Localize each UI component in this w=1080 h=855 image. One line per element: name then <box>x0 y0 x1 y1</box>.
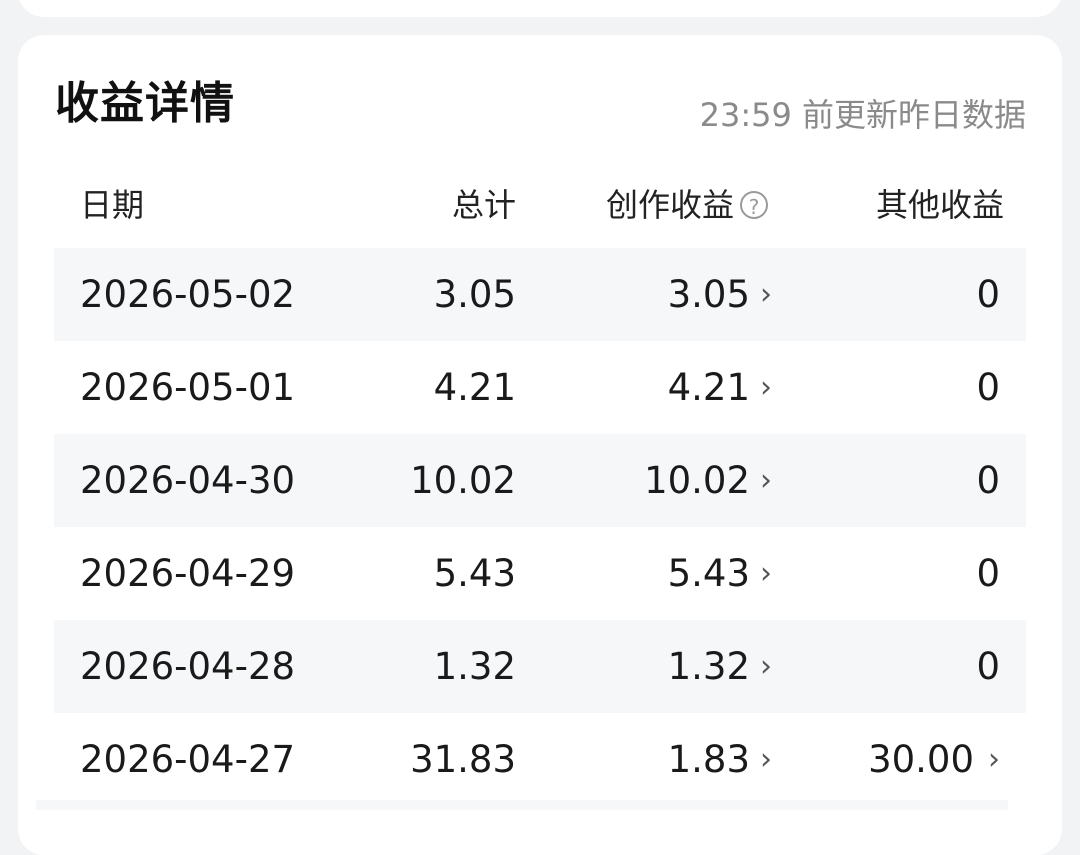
row-creation-earnings-link[interactable]: 3.05 <box>668 248 750 341</box>
row-other-earnings: 0 <box>976 366 1000 409</box>
row-other-earnings: 0 <box>976 552 1000 595</box>
update-note: 23:59 前更新昨日数据 <box>699 96 1026 134</box>
row-other-earnings: 0 <box>976 645 1000 688</box>
row-total: 1.32 <box>433 645 516 688</box>
row-creation-earnings-link[interactable]: 1.83 <box>668 713 750 806</box>
table-row: 2026-05-02 3.05 3.05 › 0 <box>54 248 1026 341</box>
chevron-right-icon[interactable]: › <box>760 248 772 341</box>
section-title: 收益详情 <box>55 78 235 129</box>
table-row: 2026-04-28 1.32 1.32 › 0 <box>54 620 1026 713</box>
table-header: 日期 总计 创作收益 ? 其他收益 <box>54 181 1026 229</box>
earnings-table-body: 2026-05-02 3.05 3.05 › 0 2026-05-01 4.21… <box>54 248 1026 806</box>
question-circle-icon[interactable]: ? <box>740 191 768 219</box>
earnings-detail-card: 收益详情 23:59 前更新昨日数据 日期 总计 创作收益 ? 其他收益 202… <box>18 35 1062 855</box>
table-row: 2026-04-29 5.43 5.43 › 0 <box>54 527 1026 620</box>
header-creation-label: 创作收益 <box>605 186 734 224</box>
row-other-earnings: 0 <box>976 273 1000 316</box>
row-date: 2026-04-28 <box>80 645 296 688</box>
row-total: 3.05 <box>433 273 516 316</box>
row-total: 31.83 <box>410 738 516 781</box>
header-creation-earnings: 创作收益 ? <box>606 181 768 229</box>
row-date: 2026-04-30 <box>80 459 296 502</box>
row-total: 5.43 <box>433 552 516 595</box>
header-date: 日期 <box>80 186 145 224</box>
chevron-right-icon[interactable]: › <box>760 434 772 527</box>
row-creation-earnings-link[interactable]: 4.21 <box>668 341 750 434</box>
chevron-right-icon[interactable]: › <box>760 527 772 620</box>
chevron-right-icon[interactable]: › <box>760 341 772 434</box>
previous-card <box>18 0 1062 17</box>
row-other-earnings: 0 <box>976 459 1000 502</box>
row-date: 2026-04-29 <box>80 552 296 595</box>
row-date: 2026-05-02 <box>80 273 296 316</box>
chevron-right-icon[interactable]: › <box>760 620 772 713</box>
row-creation-earnings-link[interactable]: 1.32 <box>668 620 750 713</box>
table-row: 2026-04-30 10.02 10.02 › 0 <box>54 434 1026 527</box>
row-creation-earnings-link[interactable]: 5.43 <box>668 527 750 620</box>
row-total: 10.02 <box>410 459 516 502</box>
row-other-earnings-link[interactable]: 30.00 <box>868 713 974 806</box>
header-total: 总计 <box>451 186 516 224</box>
next-row-edge <box>36 800 1008 810</box>
header-other-earnings: 其他收益 <box>875 186 1004 224</box>
chevron-right-icon[interactable]: › <box>760 713 772 806</box>
row-date: 2026-04-27 <box>80 738 296 781</box>
row-date: 2026-05-01 <box>80 366 296 409</box>
chevron-right-icon[interactable]: › <box>988 713 1000 806</box>
table-row: 2026-05-01 4.21 4.21 › 0 <box>54 341 1026 434</box>
row-creation-earnings-link[interactable]: 10.02 <box>644 434 750 527</box>
row-total: 4.21 <box>433 366 516 409</box>
table-row: 2026-04-27 31.83 1.83 › 30.00 › <box>54 713 1026 806</box>
